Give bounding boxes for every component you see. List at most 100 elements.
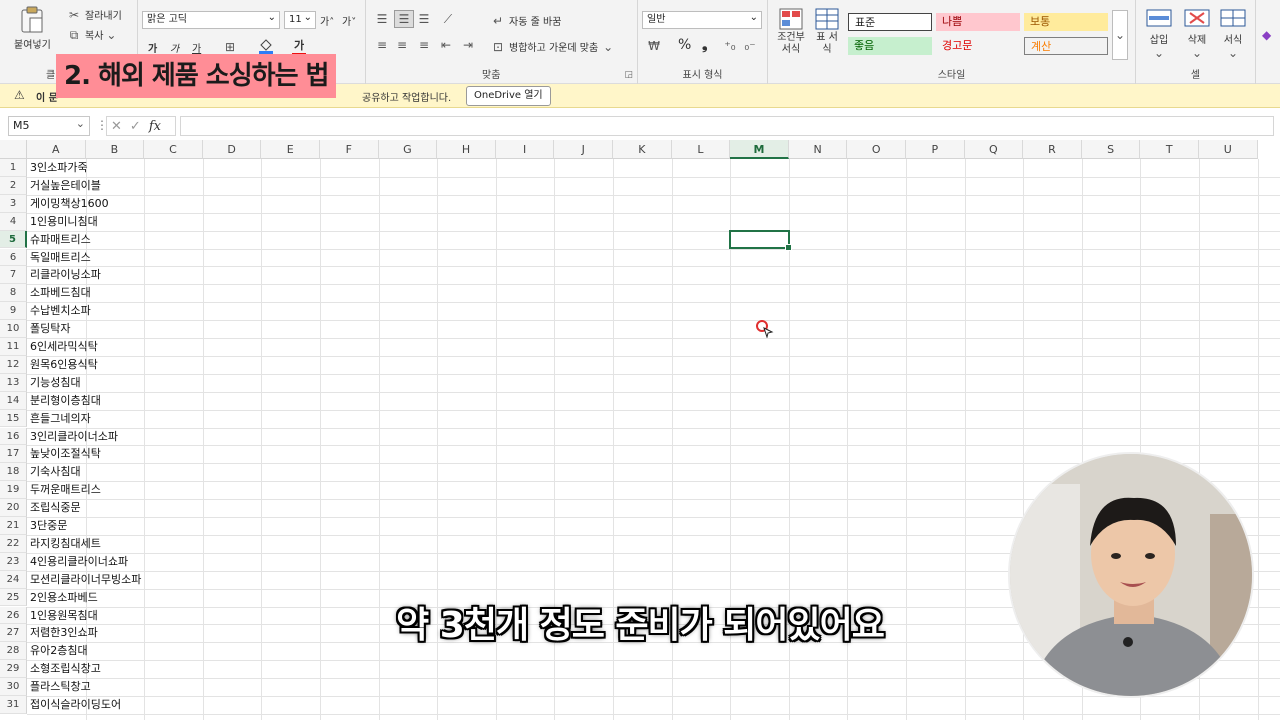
cell-a14[interactable]: 분리형이층침대	[28, 392, 101, 410]
style-good[interactable]: 좋음	[848, 37, 932, 55]
format-cells-button[interactable]: 서식 ⌄	[1220, 8, 1246, 59]
wrap-text-button[interactable]: ↵ 자동 줄 바꿈	[490, 13, 561, 29]
cell-a19[interactable]: 두꺼운매트리스	[28, 481, 101, 499]
orientation-button[interactable]: ⟋	[440, 12, 456, 26]
cell-a31[interactable]: 접이식슬라이딩도어	[28, 696, 121, 714]
cell-a23[interactable]: 4인용리클라이너쇼파	[28, 553, 128, 571]
row-header-4[interactable]: 4	[0, 212, 27, 231]
column-header-m[interactable]: M	[730, 140, 789, 159]
cell-a7[interactable]: 리클라이닝소파	[28, 266, 101, 284]
percent-button[interactable]: %	[678, 37, 691, 53]
row-header-29[interactable]: 29	[0, 660, 27, 679]
row-header-22[interactable]: 22	[0, 534, 27, 553]
cut-button[interactable]: ✂ 잘라내기	[66, 7, 122, 23]
column-header-k[interactable]: K	[613, 140, 672, 159]
comma-button[interactable]: ❟	[702, 37, 708, 53]
active-cell-selection[interactable]	[729, 229, 792, 252]
align-left-button[interactable]: ≡	[374, 38, 390, 52]
cell-a17[interactable]: 높낮이조절식탁	[28, 445, 101, 463]
cell-a18[interactable]: 기숙사침대	[28, 463, 81, 481]
style-normal[interactable]: 표준	[848, 13, 932, 31]
bold-button[interactable]: 가	[148, 40, 157, 55]
column-header-r[interactable]: R	[1023, 140, 1082, 159]
column-header-o[interactable]: O	[847, 140, 906, 159]
styles-gallery-more-button[interactable]: ⌄	[1112, 10, 1128, 60]
underline-button[interactable]: 가	[192, 40, 201, 55]
row-header-9[interactable]: 9	[0, 302, 27, 321]
cell-a2[interactable]: 거실높은테이블	[28, 177, 101, 195]
align-top-button[interactable]: ☰	[374, 12, 390, 26]
editing-overflow-icon[interactable]: ◆	[1262, 28, 1271, 42]
number-format-select[interactable]: 일반	[642, 10, 762, 29]
open-onedrive-button[interactable]: OneDrive 열기	[466, 86, 551, 106]
delete-cells-button[interactable]: 삭제 ⌄	[1184, 8, 1210, 59]
insert-cells-button[interactable]: 삽입 ⌄	[1146, 8, 1172, 59]
row-header-30[interactable]: 30	[0, 678, 27, 696]
row-header-6[interactable]: 6	[0, 248, 27, 267]
column-header-c[interactable]: C	[144, 140, 203, 159]
style-calculation[interactable]: 계산	[1024, 37, 1108, 55]
row-header-18[interactable]: 18	[0, 463, 27, 482]
cell-a20[interactable]: 조립식중문	[28, 499, 81, 517]
cell-a21[interactable]: 3단중문	[28, 517, 67, 535]
cell-a9[interactable]: 수납벤치소파	[28, 302, 91, 320]
style-neutral[interactable]: 보통	[1024, 13, 1108, 31]
column-header-j[interactable]: J	[554, 140, 613, 159]
cell-a6[interactable]: 독일매트리스	[28, 249, 91, 267]
row-header-10[interactable]: 10	[0, 320, 27, 338]
align-bottom-button[interactable]: ☰	[416, 12, 432, 26]
column-header-p[interactable]: P	[906, 140, 965, 159]
cell-a29[interactable]: 소형조립식창고	[28, 660, 101, 678]
decrease-decimal-button[interactable]: ₀⁻	[742, 39, 758, 53]
row-header-2[interactable]: 2	[0, 176, 27, 195]
cell-a12[interactable]: 원목6인용식탁	[28, 356, 98, 374]
style-bad[interactable]: 나쁨	[936, 13, 1020, 31]
formula-input[interactable]	[180, 116, 1274, 136]
borders-button[interactable]: ⊞	[222, 40, 238, 54]
row-header-21[interactable]: 21	[0, 517, 27, 535]
cell-a8[interactable]: 소파베드침대	[28, 284, 91, 302]
font-size-select[interactable]: 11	[284, 10, 316, 29]
row-header-31[interactable]: 31	[0, 696, 27, 714]
copy-button[interactable]: ⧉ 복사 ⌄	[66, 27, 117, 43]
cell-a1[interactable]: 3인소파가죽	[28, 159, 88, 177]
cell-a4[interactable]: 1인용미니침대	[28, 213, 98, 231]
italic-button[interactable]: 가	[170, 40, 179, 55]
row-header-7[interactable]: 7	[0, 266, 27, 285]
column-header-f[interactable]: F	[320, 140, 379, 159]
row-header-5[interactable]: 5	[0, 230, 27, 249]
column-header-d[interactable]: D	[202, 140, 262, 159]
font-name-select[interactable]: 맑은 고딕	[142, 10, 280, 29]
cell-a22[interactable]: 라지킹침대세트	[28, 535, 101, 553]
row-header-8[interactable]: 8	[0, 284, 27, 303]
row-header-12[interactable]: 12	[0, 355, 27, 374]
align-middle-button[interactable]: ☰	[394, 10, 414, 28]
cell-a16[interactable]: 3인리클라이너소파	[28, 428, 118, 446]
confirm-icon[interactable]: ✓	[130, 119, 141, 134]
cell-a15[interactable]: 흔들그네의자	[28, 410, 91, 428]
cell-a11[interactable]: 6인세라믹식탁	[28, 338, 98, 356]
column-header-n[interactable]: N	[788, 140, 848, 159]
column-header-e[interactable]: E	[261, 140, 320, 159]
row-header-14[interactable]: 14	[0, 391, 27, 410]
row-header-13[interactable]: 13	[0, 373, 27, 392]
column-header-t[interactable]: T	[1140, 140, 1199, 159]
column-header-b[interactable]: B	[85, 140, 145, 159]
row-header-11[interactable]: 11	[0, 338, 27, 356]
conditional-format-button[interactable]: 조건부 서식	[774, 8, 808, 56]
column-header-h[interactable]: H	[437, 140, 496, 159]
column-header-i[interactable]: I	[495, 140, 555, 159]
row-header-24[interactable]: 24	[0, 570, 27, 589]
row-header-23[interactable]: 23	[0, 552, 27, 571]
insert-function-button[interactable]: fx	[149, 119, 161, 134]
style-warning[interactable]: 경고문	[936, 37, 1020, 55]
column-header-q[interactable]: Q	[964, 140, 1024, 159]
cell-a13[interactable]: 기능성침대	[28, 374, 81, 392]
alignment-dialog-launcher[interactable]: ◲	[624, 70, 633, 80]
cell-a5[interactable]: 슈파매트리스	[28, 231, 91, 249]
accounting-button[interactable]: ₩	[646, 39, 662, 53]
increase-decimal-button[interactable]: ⁺₀	[722, 39, 738, 53]
cell-a24[interactable]: 모션리클라이너무빙소파	[28, 571, 141, 589]
cell-a3[interactable]: 게이밍책상1600	[28, 195, 109, 213]
align-center-button[interactable]: ≡	[394, 38, 410, 52]
